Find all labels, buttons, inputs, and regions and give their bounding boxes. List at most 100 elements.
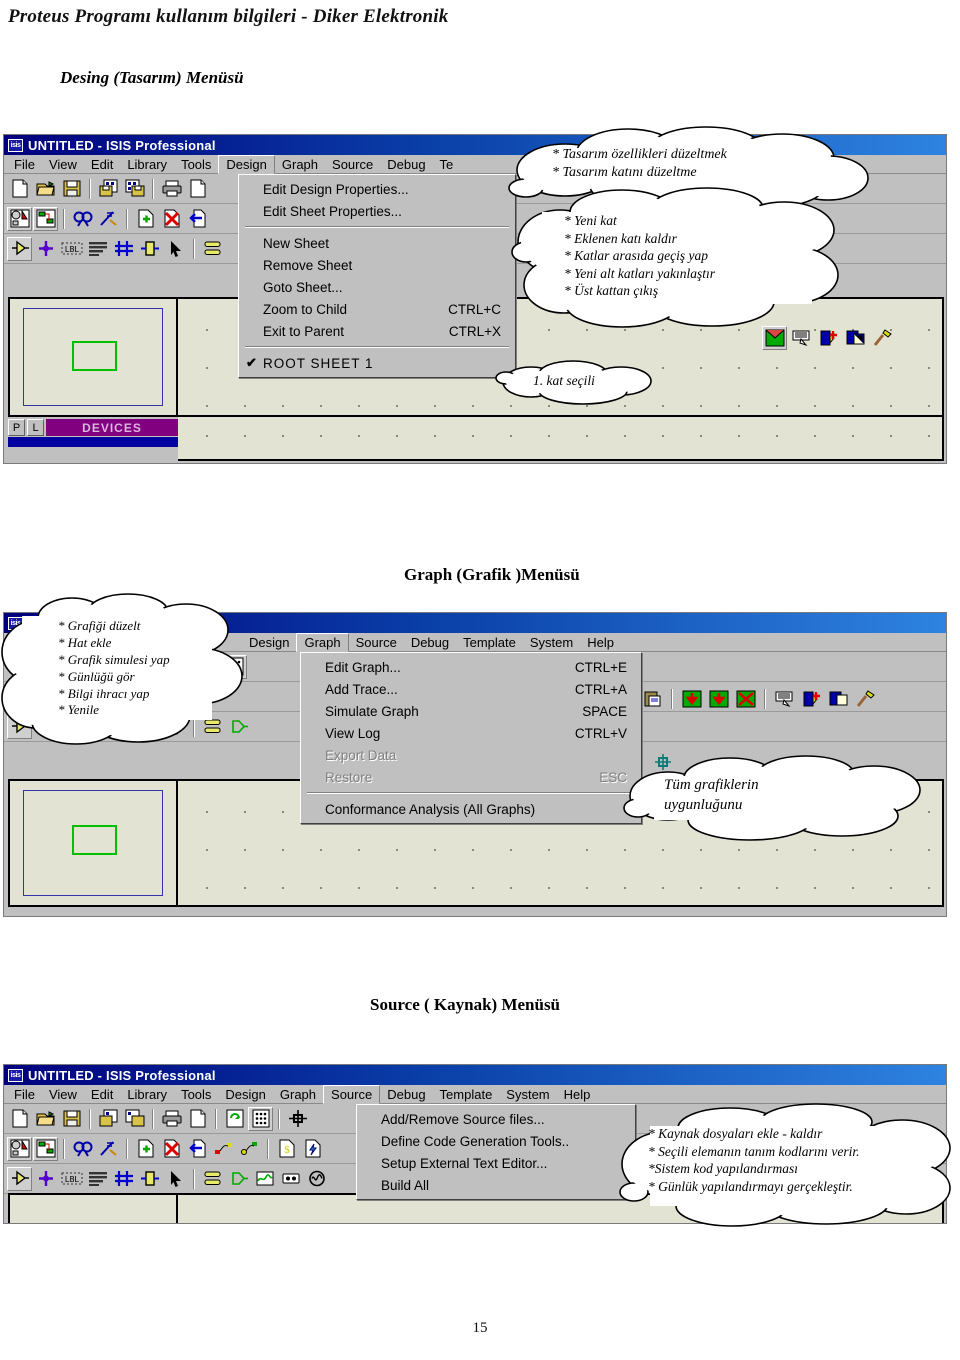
build-hammer-icon[interactable] xyxy=(853,687,878,711)
import-design-icon[interactable] xyxy=(96,177,121,201)
menu-graph[interactable]: Graph xyxy=(273,1086,323,1103)
menu-template[interactable]: Te xyxy=(433,156,461,173)
design-explorer-icon[interactable] xyxy=(789,326,814,350)
menu-item-remove-sheet[interactable]: Remove Sheet xyxy=(239,254,515,276)
new-sheet-icon[interactable] xyxy=(133,207,158,231)
new-file-icon[interactable] xyxy=(7,1107,32,1131)
menu-tools[interactable]: Tools xyxy=(174,156,218,173)
menu-item-view-log[interactable]: View Log CTRL+V xyxy=(301,722,641,744)
menu-library[interactable]: Library xyxy=(120,156,174,173)
menu-debug[interactable]: Debug xyxy=(380,156,432,173)
component-mode-icon[interactable] xyxy=(7,236,32,261)
menu-item-edit-design-properties[interactable]: Edit Design Properties... xyxy=(239,178,515,200)
menu-system[interactable]: System xyxy=(523,634,580,651)
export-design-icon[interactable] xyxy=(122,177,147,201)
find-icon[interactable] xyxy=(70,207,95,231)
menu-template[interactable]: Template xyxy=(456,634,523,651)
junction-dot-icon[interactable] xyxy=(33,237,58,261)
electrical-rules-check-icon[interactable] xyxy=(300,1137,325,1161)
menu-edit[interactable]: Edit xyxy=(84,1086,120,1103)
netlist-compiler-icon[interactable] xyxy=(799,687,824,711)
bus-icon[interactable] xyxy=(111,1167,136,1191)
overview-pane[interactable] xyxy=(8,297,178,417)
move-block-icon[interactable] xyxy=(706,687,731,711)
menu-source[interactable]: Source xyxy=(349,634,404,651)
print-icon[interactable] xyxy=(159,1107,184,1131)
autoroute-icon[interactable] xyxy=(96,1137,121,1161)
menu-item-add-remove-source-files[interactable]: Add/Remove Source files... xyxy=(357,1108,635,1130)
pick-device-button[interactable]: P xyxy=(8,419,25,436)
grid-toggle-icon[interactable] xyxy=(248,1106,273,1131)
subcircuit-icon[interactable] xyxy=(137,1167,162,1191)
menu-tools[interactable]: Tools xyxy=(174,1086,218,1103)
remove-sheet-icon[interactable] xyxy=(159,1137,184,1161)
menu-item-conformance-analysis[interactable]: Conformance Analysis (All Graphs) xyxy=(301,798,641,820)
junction-dot-icon[interactable] xyxy=(33,1167,58,1191)
component-mode-icon[interactable] xyxy=(7,1166,32,1191)
menu-item-define-code-generation-tools[interactable]: Define Code Generation Tools.. xyxy=(357,1130,635,1152)
export-design-icon[interactable] xyxy=(122,1107,147,1131)
menu-file[interactable]: File xyxy=(7,156,42,173)
proteus-vsm-icon[interactable] xyxy=(826,687,851,711)
redraw-icon[interactable] xyxy=(222,1107,247,1131)
subcircuit-icon[interactable] xyxy=(137,237,162,261)
new-file-icon[interactable] xyxy=(7,177,32,201)
find-icon[interactable] xyxy=(70,1137,95,1161)
refresh-display-icon[interactable] xyxy=(7,206,32,231)
select-arrow-icon[interactable] xyxy=(163,1167,188,1191)
menu-item-zoom-to-child[interactable]: Zoom to Child CTRL+C xyxy=(239,298,515,320)
overview-pane-graph[interactable] xyxy=(8,779,178,907)
open-file-icon[interactable] xyxy=(33,177,58,201)
copy-block-icon[interactable] xyxy=(679,687,704,711)
menu-debug[interactable]: Debug xyxy=(380,1086,432,1103)
menu-source[interactable]: Source xyxy=(325,156,380,173)
menu-item-edit-sheet-properties[interactable]: Edit Sheet Properties... xyxy=(239,200,515,222)
menu-item-exit-to-parent[interactable]: Exit to Parent CTRL+X xyxy=(239,320,515,342)
redo-net-icon[interactable] xyxy=(237,1137,262,1161)
menu-item-add-trace[interactable]: Add Trace... CTRL+A xyxy=(301,678,641,700)
print-area-icon[interactable] xyxy=(185,1107,210,1131)
refresh-display-icon[interactable] xyxy=(7,1136,32,1161)
menu-source[interactable]: Source xyxy=(323,1084,381,1104)
overview-pane-source[interactable] xyxy=(8,1193,178,1223)
menu-library[interactable]: Library xyxy=(120,1086,174,1103)
print-area-icon[interactable] xyxy=(185,177,210,201)
menu-file[interactable]: File xyxy=(7,1086,42,1103)
menu-item-edit-graph[interactable]: Edit Graph... CTRL+E xyxy=(301,656,641,678)
menu-template[interactable]: Template xyxy=(433,1086,500,1103)
wire-label-icon[interactable]: LBL xyxy=(59,237,84,261)
menu-design[interactable]: Design xyxy=(218,1086,272,1103)
design-dropdown-menu[interactable]: Edit Design Properties... Edit Sheet Pro… xyxy=(238,174,516,378)
graph-mode-icon[interactable] xyxy=(252,1167,277,1191)
tape-recorder-icon[interactable] xyxy=(278,1167,303,1191)
editing-canvas-lower[interactable] xyxy=(178,417,944,461)
autoroute-icon[interactable] xyxy=(96,207,121,231)
netlist-compiler-icon[interactable] xyxy=(816,326,841,350)
paste-from-clipboard-icon[interactable] xyxy=(640,687,665,711)
select-arrow-icon[interactable] xyxy=(163,237,188,261)
toggle-grid-icon[interactable] xyxy=(33,206,58,231)
build-hammer-icon[interactable] xyxy=(870,326,895,350)
source-dropdown-menu[interactable]: Add/Remove Source files... Define Code G… xyxy=(356,1104,636,1200)
toggle-grid-icon[interactable] xyxy=(33,1136,58,1161)
exit-to-parent-icon[interactable] xyxy=(185,207,210,231)
text-script-icon[interactable] xyxy=(85,1167,110,1191)
undo-net-icon[interactable] xyxy=(211,1137,236,1161)
terminal-mode-icon[interactable] xyxy=(200,1167,225,1191)
menu-edit[interactable]: Edit xyxy=(84,156,120,173)
graph-dropdown-menu[interactable]: Edit Graph... CTRL+E Add Trace... CTRL+A… xyxy=(300,652,642,824)
exit-to-parent-icon[interactable] xyxy=(185,1137,210,1161)
origin-crosshair-icon[interactable] xyxy=(285,1107,310,1131)
menu-item-build-all[interactable]: Build All xyxy=(357,1174,635,1196)
menu-item-root-sheet-1[interactable]: ✔ ROOT SHEET 1 xyxy=(239,352,515,374)
print-icon[interactable] xyxy=(159,177,184,201)
menu-system[interactable]: System xyxy=(499,1086,556,1103)
design-explorer-icon[interactable] xyxy=(772,687,797,711)
menu-item-setup-external-text-editor[interactable]: Setup External Text Editor... xyxy=(357,1152,635,1174)
menu-help[interactable]: Help xyxy=(580,634,621,651)
bus-icon[interactable] xyxy=(111,237,136,261)
menu-design[interactable]: Design xyxy=(242,634,296,651)
menu-graph[interactable]: Graph xyxy=(275,156,325,173)
save-file-icon[interactable] xyxy=(59,1107,84,1131)
delete-block-icon[interactable] xyxy=(733,687,758,711)
